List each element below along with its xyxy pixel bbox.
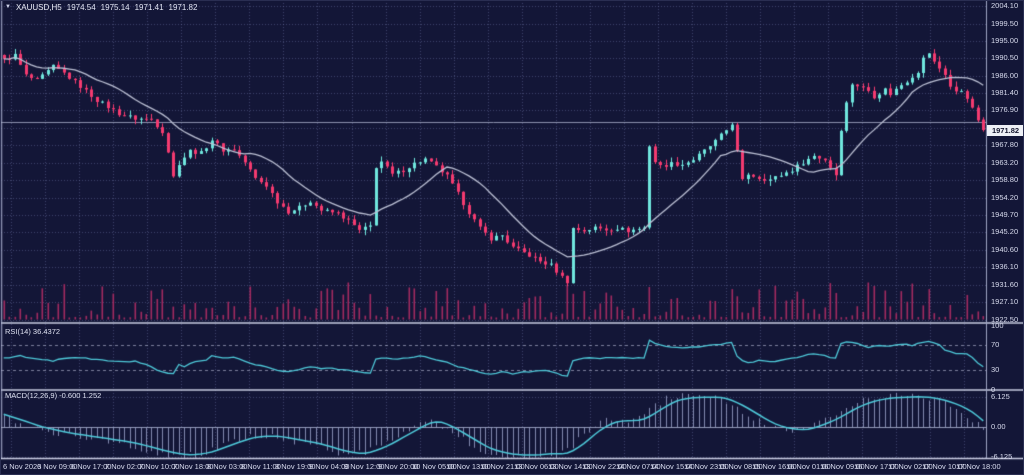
rsi-tick-label: 30: [991, 366, 999, 374]
price-tick-label: 1981.40: [991, 89, 1018, 97]
symbol-dropdown-icon[interactable]: ▼: [5, 3, 11, 12]
close-value: 1971.82: [169, 3, 198, 12]
price-tick-label: 1995.00: [991, 37, 1018, 45]
chart-title: ▼ XAUUSD,H5 1974.54 1975.14 1971.41 1971…: [5, 3, 197, 12]
open-value: 1974.54: [67, 3, 96, 12]
symbol-timeframe-label: XAUUSD,H5: [16, 3, 62, 12]
macd-tick-label: 0.00: [991, 423, 1006, 431]
price-tick-label: 1936.10: [991, 263, 1018, 271]
rsi-indicator-label: RSI(14) 36.4372: [5, 327, 60, 336]
price-tick-label: 1986.00: [991, 72, 1018, 80]
price-tick-label: 1958.80: [991, 176, 1018, 184]
time-tick-label: 6 Nov 2023: [3, 463, 41, 471]
trading-chart-window: ▼ XAUUSD,H5 1974.54 1975.14 1971.41 1971…: [0, 0, 1024, 475]
macd-tick-label: 6.125: [991, 393, 1010, 401]
chart-plot-area[interactable]: [1, 1, 1024, 475]
price-tick-label: 1931.60: [991, 281, 1018, 289]
price-tick-label: 1927.10: [991, 298, 1018, 306]
high-value: 1975.14: [101, 3, 130, 12]
time-tick-label: 17 Nov 18:00: [956, 463, 1001, 471]
price-tick-label: 1976.90: [991, 106, 1018, 114]
price-tick-label: 1990.50: [991, 54, 1018, 62]
macd-tick-label: -6.125: [991, 453, 1012, 461]
price-tick-label: 1945.20: [991, 228, 1018, 236]
rsi-tick-label: 70: [991, 341, 999, 349]
price-tick-label: 1949.70: [991, 211, 1018, 219]
low-value: 1971.41: [135, 3, 164, 12]
current-price-tag: 1971.82: [987, 125, 1024, 136]
price-tick-label: 2004.10: [991, 2, 1018, 10]
macd-indicator-label: MACD(12,26,9) -0.600 1.252: [5, 391, 101, 400]
rsi-tick-label: 100: [991, 322, 1004, 330]
price-tick-label: 1940.60: [991, 246, 1018, 254]
price-tick-label: 1999.50: [991, 20, 1018, 28]
price-tick-label: 1963.20: [991, 159, 1018, 167]
price-tick-label: 1954.20: [991, 194, 1018, 202]
price-tick-label: 1967.80: [991, 141, 1018, 149]
